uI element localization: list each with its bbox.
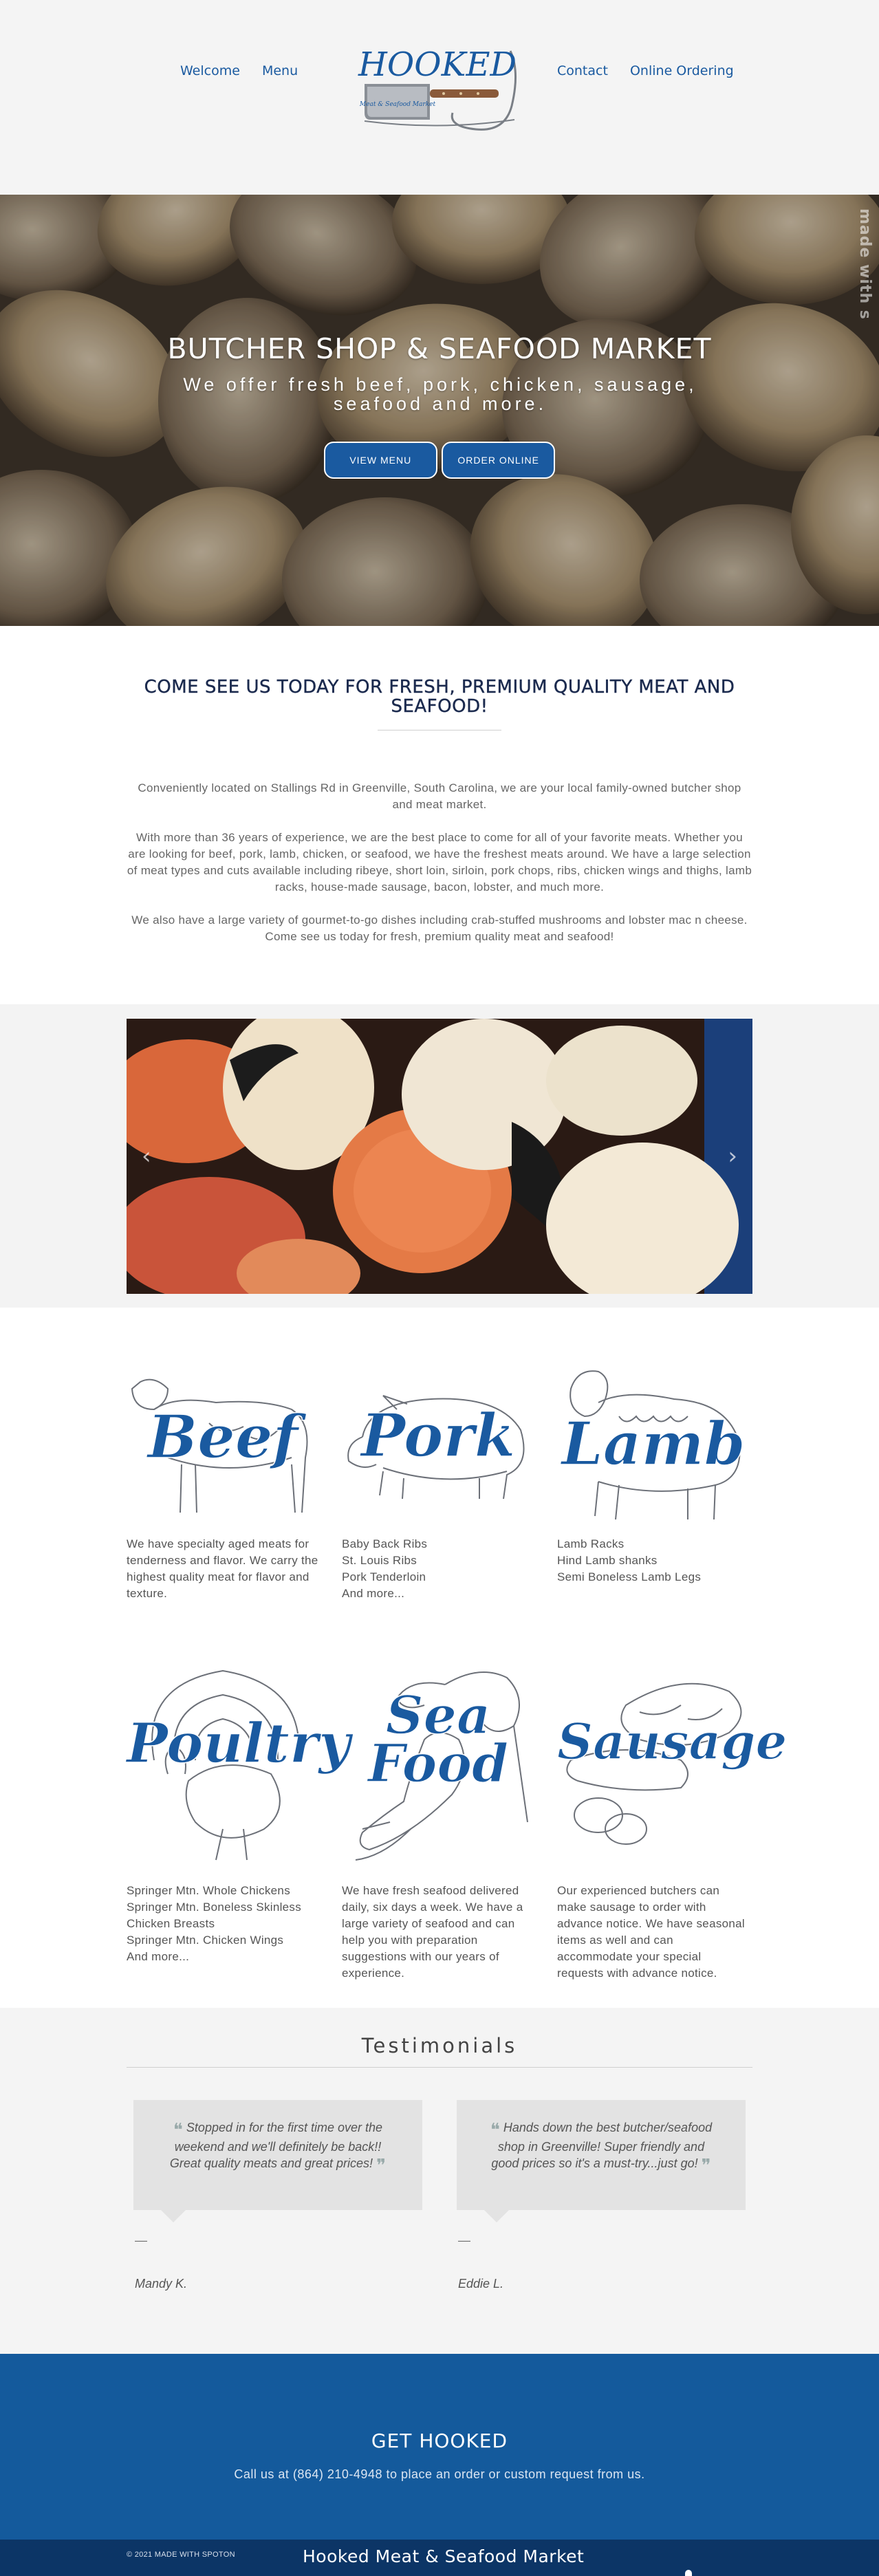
- cta-heading: GET HOOKED: [371, 2429, 508, 2452]
- testimonial-dash: —: [458, 2233, 470, 2247]
- logo-tagline: Meat & Seafood Market: [359, 101, 436, 108]
- intro-heading: COME SEE US TODAY FOR FRESH, PREMIUM QUA…: [144, 677, 735, 717]
- testimonial-quote: Hands down the best butcher/seafood shop…: [491, 2121, 713, 2170]
- testimonial-quote-bubble: ❝ Hands down the best butcher/seafood sh…: [457, 2100, 746, 2222]
- facebook-icon[interactable]: [685, 2570, 692, 2576]
- view-menu-button[interactable]: VIEW MENU: [323, 442, 437, 479]
- testimonials-list: ❝ Stopped in for the first time over the…: [127, 2100, 752, 2306]
- cta-text: Call us at (864) 210-4948 to place an or…: [234, 2467, 645, 2481]
- intro-paragraph-experience: With more than 36 years of experience, w…: [127, 831, 752, 894]
- beef-label: Beef: [147, 1402, 299, 1473]
- hooked-logo[interactable]: HOOKED Meat & Seafood Market: [358, 44, 523, 133]
- order-online-button[interactable]: ORDER ONLINE: [442, 442, 556, 479]
- pork-item: Baby Back Ribs: [342, 1537, 428, 1550]
- poultry-item: And more...: [127, 1950, 190, 1963]
- footer-business-name: Hooked Meat & Seafood Market: [303, 2546, 585, 2566]
- testimonial-quote-bubble: ❝ Stopped in for the first time over the…: [133, 2100, 422, 2222]
- nav-right: Contact Online Ordering: [557, 63, 752, 78]
- testimonial-author: Mandy K.: [135, 2277, 188, 2291]
- category-pork: Pork Baby Back Ribs St. Louis Ribs Pork …: [342, 1361, 534, 1602]
- testimonial-author: Eddie L.: [458, 2277, 504, 2291]
- testimonials-section: Testimonials ❝ Stopped in for the first …: [0, 2008, 879, 2354]
- poultry-description: Springer Mtn. Whole Chickens Springer Mt…: [127, 1883, 319, 1965]
- site-header: Welcome Menu HOOKED Meat & Seafood Marke…: [0, 0, 879, 195]
- poultry-label: Poultry: [126, 1710, 351, 1776]
- nav-menu-link[interactable]: Menu: [262, 63, 298, 78]
- slider-next-arrow[interactable]: ›: [728, 1143, 737, 1170]
- close-quote-icon: ❞: [376, 2156, 387, 2176]
- hero-subtitle: We offer fresh beef, pork, chicken, saus…: [183, 374, 697, 414]
- nav-welcome-link[interactable]: Welcome: [180, 63, 240, 78]
- seafood-label: Sea Food: [342, 1689, 534, 1794]
- hero-banner: made with s BUTCHER SHOP & SEAFOOD MARKE…: [0, 195, 879, 626]
- pork-description: Baby Back Ribs St. Louis Ribs Pork Tende…: [342, 1536, 534, 1602]
- close-quote-icon: ❞: [701, 2156, 711, 2176]
- intro-section: COME SEE US TODAY FOR FRESH, PREMIUM QUA…: [0, 626, 879, 1004]
- testimonial-card: ❝ Stopped in for the first time over the…: [133, 2100, 422, 2291]
- categories-section: Beef We have specialty aged meats for te…: [0, 1308, 879, 2008]
- footer-copyright[interactable]: © 2021 MADE WITH SPOTON: [127, 2551, 235, 2559]
- testimonial-quote: Stopped in for the first time over the w…: [169, 2121, 383, 2170]
- lamb-description: Lamb Racks Hind Lamb shanks Semi Boneles…: [557, 1536, 750, 1585]
- poultry-item: Springer Mtn. Chicken Wings: [127, 1934, 284, 1947]
- poultry-item: Springer Mtn. Boneless Skinless Chicken …: [127, 1901, 302, 1930]
- slider-prev-arrow[interactable]: ‹: [142, 1143, 151, 1170]
- get-hooked-section: GET HOOKED Call us at (864) 210-4948 to …: [0, 2354, 879, 2540]
- nav-contact-link[interactable]: Contact: [557, 63, 608, 78]
- testimonial-card: ❝ Hands down the best butcher/seafood sh…: [457, 2100, 746, 2291]
- pork-label: Pork: [360, 1400, 516, 1471]
- category-sausage: Sausage Our experienced butchers can mak…: [556, 1657, 788, 1982]
- seafood-description: We have fresh seafood delivered daily, s…: [342, 1884, 523, 1980]
- nav-online-ordering-link[interactable]: Online Ordering: [630, 63, 734, 78]
- intro-paragraph-location: Conveniently located on Stallings Rd in …: [138, 781, 741, 811]
- slider-section: ‹ ›: [0, 1004, 879, 1308]
- category-seafood: Sea Food We have fresh seafood delivered…: [342, 1657, 534, 1982]
- image-slider[interactable]: ‹ ›: [127, 1019, 752, 1294]
- sausage-label: Sausage: [556, 1711, 788, 1771]
- logo-wordmark: HOOKED: [358, 45, 517, 84]
- lamb-item: Semi Boneless Lamb Legs: [557, 1570, 702, 1583]
- category-beef: Beef We have specialty aged meats for te…: [127, 1361, 319, 1602]
- crab-claws-image: [127, 1019, 752, 1294]
- site-footer: © 2021 MADE WITH SPOTON Hooked Meat & Se…: [0, 2540, 879, 2576]
- pork-item: Pork Tenderloin: [342, 1570, 426, 1583]
- category-poultry: Poultry Springer Mtn. Whole Chickens Spr…: [126, 1657, 351, 1965]
- pork-item: And more...: [342, 1587, 405, 1600]
- intro-paragraph-gourmet: We also have a large variety of gourmet-…: [131, 913, 748, 943]
- seafood-label-food: Food: [367, 1733, 509, 1794]
- testimonial-dash: —: [135, 2233, 147, 2247]
- category-lamb: Lamb Lamb Racks Hind Lamb shanks Semi Bo…: [557, 1361, 750, 1585]
- sausage-description: Our experienced butchers can make sausag…: [557, 1884, 745, 1980]
- lamb-item: Lamb Racks: [557, 1537, 625, 1550]
- beef-description: We have specialty aged meats for tendern…: [127, 1537, 318, 1600]
- open-quote-icon: ❝: [490, 2120, 500, 2141]
- lamb-item: Hind Lamb shanks: [557, 1554, 658, 1567]
- hero-buttons: VIEW MENU ORDER ONLINE: [0, 442, 879, 479]
- testimonials-heading: Testimonials: [361, 2034, 518, 2057]
- testimonials-divider: [127, 2067, 752, 2068]
- pork-item: St. Louis Ribs: [342, 1554, 417, 1567]
- nav-left: Welcome Menu: [180, 63, 316, 78]
- lamb-label: Lamb: [561, 1409, 746, 1480]
- open-quote-icon: ❝: [173, 2120, 183, 2141]
- poultry-item: Springer Mtn. Whole Chickens: [127, 1884, 290, 1897]
- made-with-badge: made with s: [856, 208, 873, 320]
- hero-title: BUTCHER SHOP & SEAFOOD MARKET: [167, 332, 712, 365]
